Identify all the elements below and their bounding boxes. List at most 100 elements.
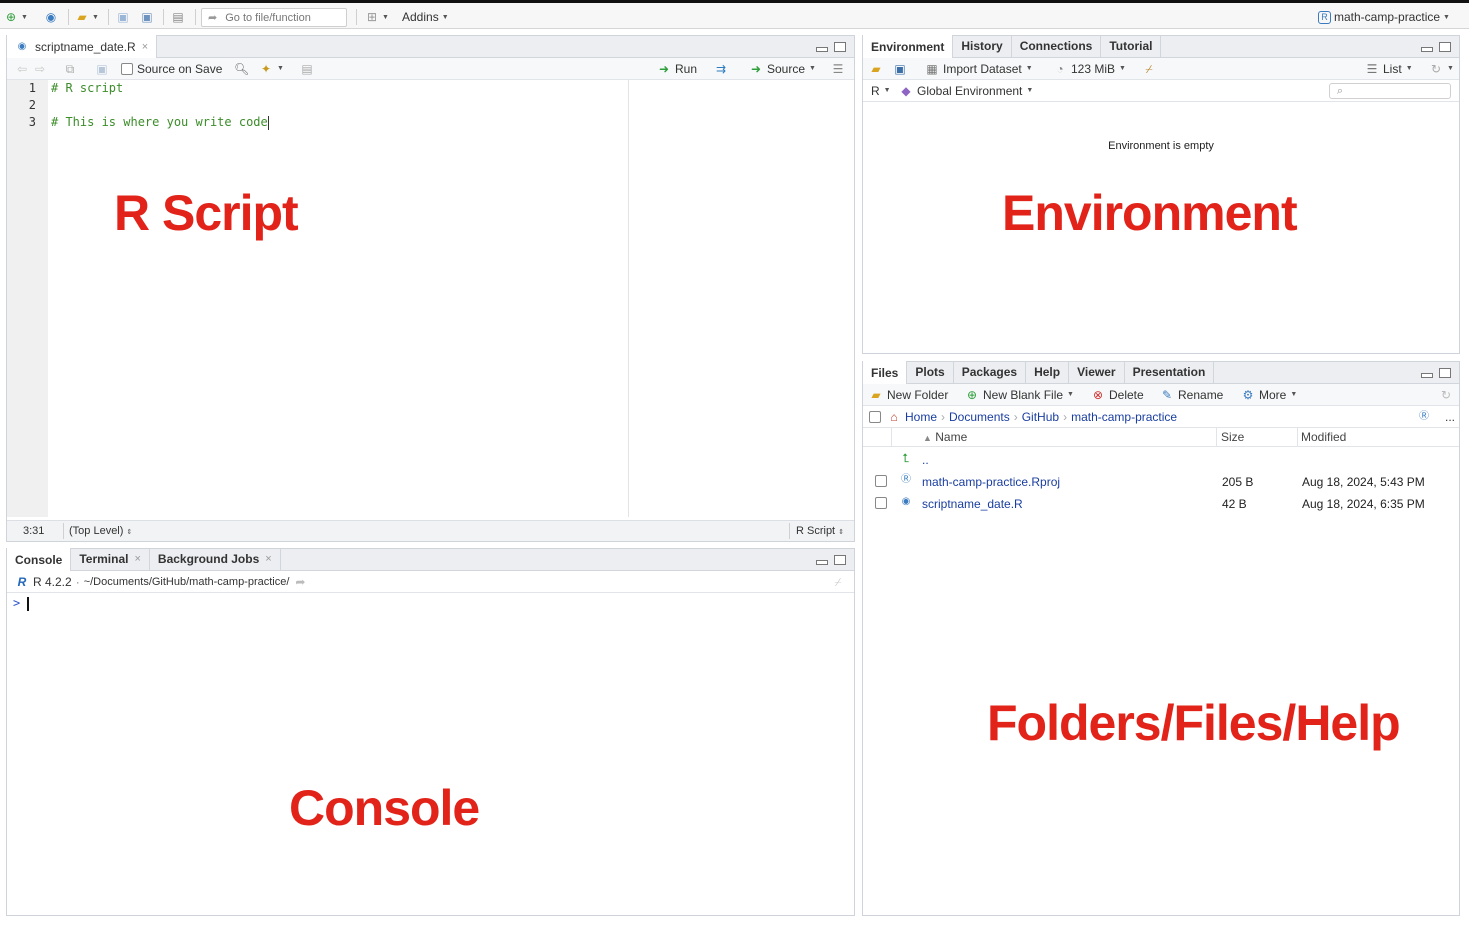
view-mode-menu[interactable]: ☰ List ▼: [1365, 62, 1413, 76]
import-dataset-button[interactable]: ▦ Import Dataset ▼: [925, 62, 1032, 76]
table-row[interactable]: Ⓡ math-camp-practice.Rproj 205 B Aug 18,…: [863, 471, 1459, 493]
tab-plots[interactable]: Plots: [907, 361, 954, 383]
tab-console[interactable]: Console: [7, 548, 72, 571]
environment-search-input[interactable]: ⌕: [1329, 83, 1451, 99]
run-arrow-icon: ➜: [658, 61, 670, 76]
save-button[interactable]: ▣: [116, 10, 130, 24]
file-name[interactable]: math-camp-practice.Rproj: [922, 475, 1060, 489]
breadcrumb-home[interactable]: Home: [905, 410, 937, 424]
new-blank-file-button[interactable]: ⊕ New Blank File ▼: [965, 388, 1074, 402]
file-name[interactable]: scriptname_date.R: [922, 497, 1023, 511]
save-file-button[interactable]: ▣: [95, 62, 109, 76]
goto-placeholder: Go to file/function: [225, 11, 311, 24]
tab-scriptname-date[interactable]: ◉ scriptname_date.R ×: [7, 35, 158, 58]
go-to-dir-icon[interactable]: ➦: [293, 575, 307, 589]
tab-label: Console: [15, 552, 63, 567]
minimize-icon[interactable]: [1421, 373, 1433, 378]
tab-presentation[interactable]: Presentation: [1125, 361, 1215, 383]
tab-label: History: [961, 39, 1003, 53]
rename-button[interactable]: ✎ Rename: [1160, 388, 1223, 402]
code-tools-button[interactable]: ✦ ▼: [259, 62, 284, 76]
overlay-label-environment: Environment: [1002, 185, 1298, 241]
minimize-icon[interactable]: [816, 47, 828, 52]
editor-statusbar: 3:31 (Top Level) ⇕ R Script ⇕: [7, 520, 854, 541]
parent-dir-link[interactable]: ..: [922, 453, 929, 467]
go-to-directory-button[interactable]: ...: [1445, 410, 1455, 424]
scope-selector[interactable]: (Top Level) ⇕: [69, 525, 132, 537]
source-button[interactable]: ➜ Source ▼: [749, 62, 816, 76]
memory-usage-button[interactable]: ◔ 123 MiB ▼: [1053, 62, 1126, 76]
addins-menu[interactable]: Addins ▼: [402, 10, 449, 24]
close-icon[interactable]: ×: [142, 41, 148, 53]
minimize-icon[interactable]: [1421, 47, 1433, 52]
new-folder-button[interactable]: ▰ New Folder: [869, 388, 948, 402]
close-icon[interactable]: ×: [134, 553, 140, 565]
delete-button[interactable]: ⊗ Delete: [1091, 388, 1144, 402]
run-button[interactable]: ➜ Run: [657, 62, 697, 76]
filetype-selector[interactable]: R Script ⇕: [796, 525, 844, 537]
breadcrumb-documents[interactable]: Documents: [949, 410, 1010, 424]
compile-report-button[interactable]: ▤: [300, 62, 314, 76]
language-menu[interactable]: R ▼: [871, 84, 891, 98]
source-on-save-checkbox[interactable]: Source on Save: [121, 62, 222, 76]
clear-console-button[interactable]: ⌿: [831, 575, 845, 589]
project-menu[interactable]: R math-camp-practice ▼: [1318, 10, 1450, 24]
folder-open-icon: ▰: [77, 10, 87, 24]
save-workspace-button[interactable]: ▣: [893, 62, 907, 76]
new-project-button[interactable]: ◉: [44, 10, 58, 24]
open-file-button[interactable]: ▰ ▼: [75, 10, 99, 24]
new-file-button[interactable]: ⊕ ▼: [4, 10, 28, 24]
tab-viewer[interactable]: Viewer: [1069, 361, 1125, 383]
minimize-icon[interactable]: [816, 560, 828, 565]
console-input[interactable]: >: [13, 596, 30, 611]
scope-menu[interactable]: ◆ Global Environment ▼: [899, 84, 1033, 98]
breadcrumb-project[interactable]: math-camp-practice: [1071, 410, 1177, 424]
code-editor[interactable]: # R script # This is where you write cod…: [51, 80, 854, 517]
workspace-panes-button[interactable]: ⊞ ▼: [365, 10, 389, 24]
tab-history[interactable]: History: [953, 35, 1012, 57]
tab-packages[interactable]: Packages: [954, 361, 1027, 383]
go-to-project-dir-button[interactable]: Ⓡ: [1417, 410, 1431, 424]
select-all-checkbox[interactable]: [869, 410, 881, 423]
tab-terminal[interactable]: Terminal ×: [71, 548, 150, 570]
tab-connections[interactable]: Connections: [1012, 35, 1102, 57]
filetype-label: R Script: [796, 525, 836, 537]
save-all-button[interactable]: ▣: [140, 10, 154, 24]
forward-button[interactable]: ⇨: [33, 62, 47, 76]
column-name[interactable]: ▲ Name: [923, 430, 967, 444]
back-button[interactable]: ⇦: [15, 62, 29, 76]
column-modified[interactable]: Modified: [1301, 430, 1346, 444]
text-cursor: [27, 596, 30, 611]
load-workspace-button[interactable]: ▰: [869, 62, 883, 76]
table-row[interactable]: ◉ scriptname_date.R 42 B Aug 18, 2024, 6…: [863, 493, 1459, 515]
maximize-icon[interactable]: [834, 42, 846, 52]
refresh-button[interactable]: ↻: [1439, 388, 1453, 402]
maximize-icon[interactable]: [834, 555, 846, 565]
show-in-window-button[interactable]: ⧉: [63, 62, 77, 76]
more-menu[interactable]: ⚙ More ▼: [1241, 388, 1298, 402]
maximize-icon[interactable]: [1439, 368, 1451, 378]
column-size[interactable]: Size: [1221, 430, 1244, 444]
rerun-button[interactable]: ⇉: [714, 62, 728, 76]
row-checkbox[interactable]: [875, 475, 887, 487]
refresh-button[interactable]: ↻ ▼: [1429, 62, 1454, 76]
maximize-icon[interactable]: [1439, 42, 1451, 52]
tab-background-jobs[interactable]: Background Jobs ×: [150, 548, 281, 570]
print-button[interactable]: ▤: [171, 10, 185, 24]
tab-tutorial[interactable]: Tutorial: [1101, 35, 1162, 57]
r-version: R R 4.2.2 · ~/Documents/GitHub/math-camp…: [15, 575, 307, 589]
tab-files[interactable]: Files: [863, 361, 908, 384]
row-checkbox[interactable]: [875, 497, 887, 509]
breadcrumb-github[interactable]: GitHub: [1022, 410, 1059, 424]
close-icon[interactable]: ×: [265, 553, 271, 565]
tab-environment[interactable]: Environment: [863, 35, 954, 58]
outline-button[interactable]: ☰: [831, 62, 845, 76]
find-replace-button[interactable]: 🔍︎: [234, 62, 249, 76]
table-row[interactable]: ⮤ ..: [863, 449, 1459, 471]
r-version-label: R 4.2.2: [33, 574, 72, 589]
goto-file-function-input[interactable]: ➦ Go to file/function: [201, 8, 347, 27]
clear-workspace-button[interactable]: ⌿: [1142, 62, 1156, 76]
tab-help[interactable]: Help: [1026, 361, 1070, 383]
checkbox-icon: [121, 62, 133, 75]
plus-circle-icon: ⊕: [966, 387, 978, 402]
